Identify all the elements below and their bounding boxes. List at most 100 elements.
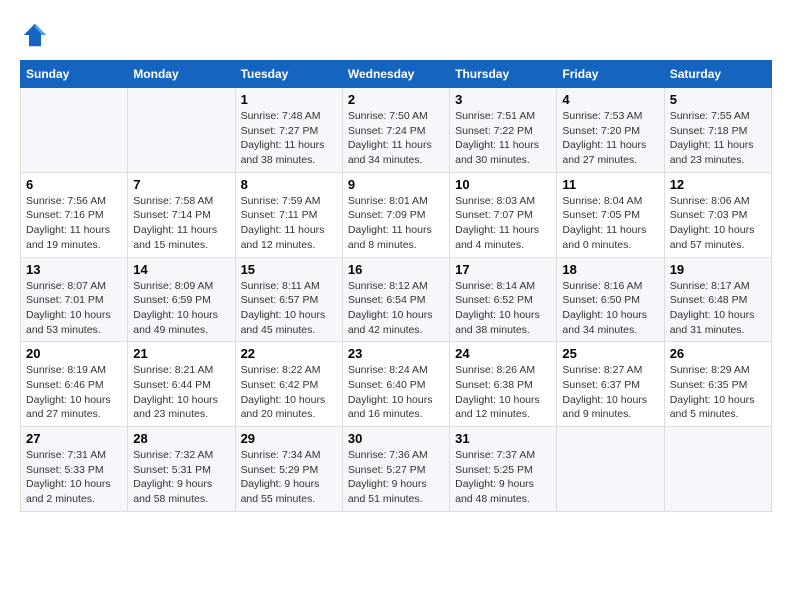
calendar-cell: 24 Sunrise: 8:26 AM Sunset: 6:38 PM Dayli… — [450, 342, 557, 427]
calendar-cell: 31 Sunrise: 7:37 AM Sunset: 5:25 PM Dayli… — [450, 427, 557, 512]
calendar-cell: 25 Sunrise: 8:27 AM Sunset: 6:37 PM Dayli… — [557, 342, 664, 427]
calendar-cell — [557, 427, 664, 512]
day-info: Sunrise: 8:04 AM Sunset: 7:05 PM Dayligh… — [562, 194, 658, 253]
day-info: Sunrise: 8:27 AM Sunset: 6:37 PM Dayligh… — [562, 363, 658, 422]
day-info: Sunrise: 7:55 AM Sunset: 7:18 PM Dayligh… — [670, 109, 766, 168]
calendar-cell: 3 Sunrise: 7:51 AM Sunset: 7:22 PM Daylig… — [450, 88, 557, 173]
day-number: 4 — [562, 92, 658, 107]
logo — [20, 20, 54, 50]
calendar-cell: 8 Sunrise: 7:59 AM Sunset: 7:11 PM Daylig… — [235, 172, 342, 257]
calendar-cell: 28 Sunrise: 7:32 AM Sunset: 5:31 PM Dayli… — [128, 427, 235, 512]
day-info: Sunrise: 7:58 AM Sunset: 7:14 PM Dayligh… — [133, 194, 229, 253]
day-info: Sunrise: 8:22 AM Sunset: 6:42 PM Dayligh… — [241, 363, 337, 422]
day-number: 20 — [26, 346, 122, 361]
day-info: Sunrise: 7:48 AM Sunset: 7:27 PM Dayligh… — [241, 109, 337, 168]
day-info: Sunrise: 8:07 AM Sunset: 7:01 PM Dayligh… — [26, 279, 122, 338]
day-info: Sunrise: 8:17 AM Sunset: 6:48 PM Dayligh… — [670, 279, 766, 338]
calendar-cell: 12 Sunrise: 8:06 AM Sunset: 7:03 PM Dayli… — [664, 172, 771, 257]
day-info: Sunrise: 7:59 AM Sunset: 7:11 PM Dayligh… — [241, 194, 337, 253]
day-info: Sunrise: 7:51 AM Sunset: 7:22 PM Dayligh… — [455, 109, 551, 168]
calendar-week-row: 13 Sunrise: 8:07 AM Sunset: 7:01 PM Dayli… — [21, 257, 772, 342]
calendar-cell: 11 Sunrise: 8:04 AM Sunset: 7:05 PM Dayli… — [557, 172, 664, 257]
day-number: 14 — [133, 262, 229, 277]
day-number: 10 — [455, 177, 551, 192]
day-number: 21 — [133, 346, 229, 361]
calendar-cell: 19 Sunrise: 8:17 AM Sunset: 6:48 PM Dayli… — [664, 257, 771, 342]
day-number: 19 — [670, 262, 766, 277]
day-info: Sunrise: 7:56 AM Sunset: 7:16 PM Dayligh… — [26, 194, 122, 253]
day-info: Sunrise: 8:29 AM Sunset: 6:35 PM Dayligh… — [670, 363, 766, 422]
calendar-cell — [21, 88, 128, 173]
calendar-cell: 21 Sunrise: 8:21 AM Sunset: 6:44 PM Dayli… — [128, 342, 235, 427]
calendar-cell: 29 Sunrise: 7:34 AM Sunset: 5:29 PM Dayli… — [235, 427, 342, 512]
day-number: 13 — [26, 262, 122, 277]
day-number: 1 — [241, 92, 337, 107]
day-info: Sunrise: 8:01 AM Sunset: 7:09 PM Dayligh… — [348, 194, 444, 253]
day-info: Sunrise: 7:36 AM Sunset: 5:27 PM Dayligh… — [348, 448, 444, 507]
calendar-cell: 22Sunrise: 8:22 AM Sunset: 6:42 PM Dayli… — [235, 342, 342, 427]
day-info: Sunrise: 8:06 AM Sunset: 7:03 PM Dayligh… — [670, 194, 766, 253]
day-number: 16 — [348, 262, 444, 277]
calendar-week-row: 1 Sunrise: 7:48 AM Sunset: 7:27 PM Daylig… — [21, 88, 772, 173]
calendar-cell: 7 Sunrise: 7:58 AM Sunset: 7:14 PM Daylig… — [128, 172, 235, 257]
weekday-header-row: SundayMondayTuesdayWednesdayThursdayFrid… — [21, 61, 772, 88]
calendar-cell: 2 Sunrise: 7:50 AM Sunset: 7:24 PM Daylig… — [342, 88, 449, 173]
day-number: 17 — [455, 262, 551, 277]
calendar-week-row: 20 Sunrise: 8:19 AM Sunset: 6:46 PM Dayli… — [21, 342, 772, 427]
calendar-header: SundayMondayTuesdayWednesdayThursdayFrid… — [21, 61, 772, 88]
day-number: 30 — [348, 431, 444, 446]
calendar-cell: 18 Sunrise: 8:16 AM Sunset: 6:50 PM Dayli… — [557, 257, 664, 342]
logo-icon — [20, 20, 50, 50]
day-info: Sunrise: 7:37 AM Sunset: 5:25 PM Dayligh… — [455, 448, 551, 507]
calendar-cell: 6 Sunrise: 7:56 AM Sunset: 7:16 PM Daylig… — [21, 172, 128, 257]
day-number: 28 — [133, 431, 229, 446]
day-number: 31 — [455, 431, 551, 446]
day-info: Sunrise: 7:31 AM Sunset: 5:33 PM Dayligh… — [26, 448, 122, 507]
calendar-cell: 4 Sunrise: 7:53 AM Sunset: 7:20 PM Daylig… — [557, 88, 664, 173]
weekday-header-wednesday: Wednesday — [342, 61, 449, 88]
calendar-cell: 20 Sunrise: 8:19 AM Sunset: 6:46 PM Dayli… — [21, 342, 128, 427]
weekday-header-monday: Monday — [128, 61, 235, 88]
day-number: 6 — [26, 177, 122, 192]
calendar-cell: 13 Sunrise: 8:07 AM Sunset: 7:01 PM Dayli… — [21, 257, 128, 342]
day-info: Sunrise: 8:12 AM Sunset: 6:54 PM Dayligh… — [348, 279, 444, 338]
day-number: 27 — [26, 431, 122, 446]
day-info: Sunrise: 7:32 AM Sunset: 5:31 PM Dayligh… — [133, 448, 229, 507]
day-info: Sunrise: 8:19 AM Sunset: 6:46 PM Dayligh… — [26, 363, 122, 422]
day-number: 25 — [562, 346, 658, 361]
calendar-cell: 14 Sunrise: 8:09 AM Sunset: 6:59 PM Dayli… — [128, 257, 235, 342]
weekday-header-saturday: Saturday — [664, 61, 771, 88]
day-number: 5 — [670, 92, 766, 107]
calendar-cell: 27 Sunrise: 7:31 AM Sunset: 5:33 PM Dayli… — [21, 427, 128, 512]
page-header — [20, 20, 772, 50]
day-number: 3 — [455, 92, 551, 107]
day-info: Sunrise: 7:53 AM Sunset: 7:20 PM Dayligh… — [562, 109, 658, 168]
day-number: 24 — [455, 346, 551, 361]
weekday-header-thursday: Thursday — [450, 61, 557, 88]
day-info: Sunrise: 8:14 AM Sunset: 6:52 PM Dayligh… — [455, 279, 551, 338]
day-info: Sunrise: 8:26 AM Sunset: 6:38 PM Dayligh… — [455, 363, 551, 422]
day-info: Sunrise: 8:24 AM Sunset: 6:40 PM Dayligh… — [348, 363, 444, 422]
calendar-cell: 26 Sunrise: 8:29 AM Sunset: 6:35 PM Dayli… — [664, 342, 771, 427]
day-number: 2 — [348, 92, 444, 107]
day-number: 7 — [133, 177, 229, 192]
day-info: Sunrise: 8:09 AM Sunset: 6:59 PM Dayligh… — [133, 279, 229, 338]
day-number: 8 — [241, 177, 337, 192]
calendar-cell — [664, 427, 771, 512]
calendar-cell: 10Sunrise: 8:03 AM Sunset: 7:07 PM Dayli… — [450, 172, 557, 257]
calendar-cell: 17 Sunrise: 8:14 AM Sunset: 6:52 PM Dayli… — [450, 257, 557, 342]
day-number: 29 — [241, 431, 337, 446]
day-number: 26 — [670, 346, 766, 361]
calendar-week-row: 27 Sunrise: 7:31 AM Sunset: 5:33 PM Dayli… — [21, 427, 772, 512]
day-number: 18 — [562, 262, 658, 277]
day-info: Sunrise: 7:50 AM Sunset: 7:24 PM Dayligh… — [348, 109, 444, 168]
day-number: 11 — [562, 177, 658, 192]
calendar-cell: 23Sunrise: 8:24 AM Sunset: 6:40 PM Dayli… — [342, 342, 449, 427]
day-info: Sunrise: 7:34 AM Sunset: 5:29 PM Dayligh… — [241, 448, 337, 507]
day-info: Sunrise: 8:16 AM Sunset: 6:50 PM Dayligh… — [562, 279, 658, 338]
day-info: Sunrise: 8:21 AM Sunset: 6:44 PM Dayligh… — [133, 363, 229, 422]
calendar-table: SundayMondayTuesdayWednesdayThursdayFrid… — [20, 60, 772, 512]
calendar-week-row: 6 Sunrise: 7:56 AM Sunset: 7:16 PM Daylig… — [21, 172, 772, 257]
day-number: 15 — [241, 262, 337, 277]
day-number: 12 — [670, 177, 766, 192]
